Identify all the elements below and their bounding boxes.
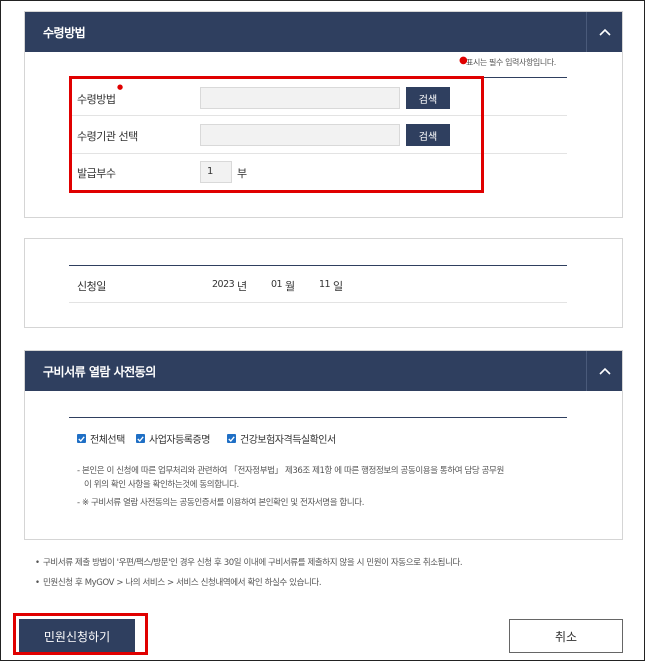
bottom-note: 구비서류 제출 방법이 '우편/팩스/방문'인 경우 신청 후 30일 이내에 … <box>43 558 463 568</box>
health-insurance-label: 건강보험자격득실확인서 <box>240 435 336 446</box>
consent-note: - 본인은 이 신청에 따른 업무처리와 관련하여 「전자정부법」 제36조 제… <box>77 466 504 476</box>
required-note: 표시는 필수 입력사항입니다. <box>466 58 556 67</box>
day-unit: 일 <box>333 280 343 293</box>
month-value: 01 <box>271 279 283 290</box>
highlight-box <box>69 76 484 193</box>
consent-header: 구비서류 열람 사전동의 <box>25 351 622 391</box>
select-all-label: 전체선택 <box>90 435 125 446</box>
divider <box>69 417 567 418</box>
bottom-note: 민원신청 후 MyGOV > 나의 서비스 > 서비스 신청내역에서 확인 하실… <box>43 578 322 588</box>
highlight-box <box>13 613 148 655</box>
day-value: 11 <box>319 279 331 290</box>
collapse-consent-button[interactable] <box>586 351 622 391</box>
bullet-icon: • <box>35 578 40 588</box>
business-registration-checkbox[interactable]: 사업자등록증명 <box>136 431 210 446</box>
year-value: 2023 <box>212 279 235 290</box>
receipt-method-title: 수령방법 <box>43 25 86 40</box>
business-registration-label: 사업자등록증명 <box>149 435 210 446</box>
checkbox-checked-icon <box>136 434 145 443</box>
cancel-button[interactable]: 취소 <box>509 619 623 653</box>
application-date-label: 신청일 <box>77 280 106 293</box>
divider <box>69 302 567 303</box>
receipt-method-header: 수령방법 <box>25 12 622 52</box>
bullet-icon: • <box>35 558 40 568</box>
collapse-receipt-button[interactable] <box>586 12 622 52</box>
checkbox-checked-icon <box>77 434 86 443</box>
divider <box>69 265 567 266</box>
select-all-checkbox[interactable]: 전체선택 <box>77 431 125 446</box>
month-unit: 월 <box>285 280 295 293</box>
consent-note: - ※ 구비서류 열람 사전동의는 공동인증서를 이용하여 본인확인 및 전자서… <box>77 498 364 508</box>
consent-title: 구비서류 열람 사전동의 <box>43 364 156 379</box>
checkbox-checked-icon <box>227 434 236 443</box>
chevron-up-icon <box>598 28 611 36</box>
chevron-up-icon <box>598 367 611 375</box>
health-insurance-checkbox[interactable]: 건강보험자격득실확인서 <box>227 431 336 446</box>
year-unit: 년 <box>237 280 247 293</box>
consent-note: 이 위의 확인 사항을 확인하는것에 동의합니다. <box>84 480 239 490</box>
